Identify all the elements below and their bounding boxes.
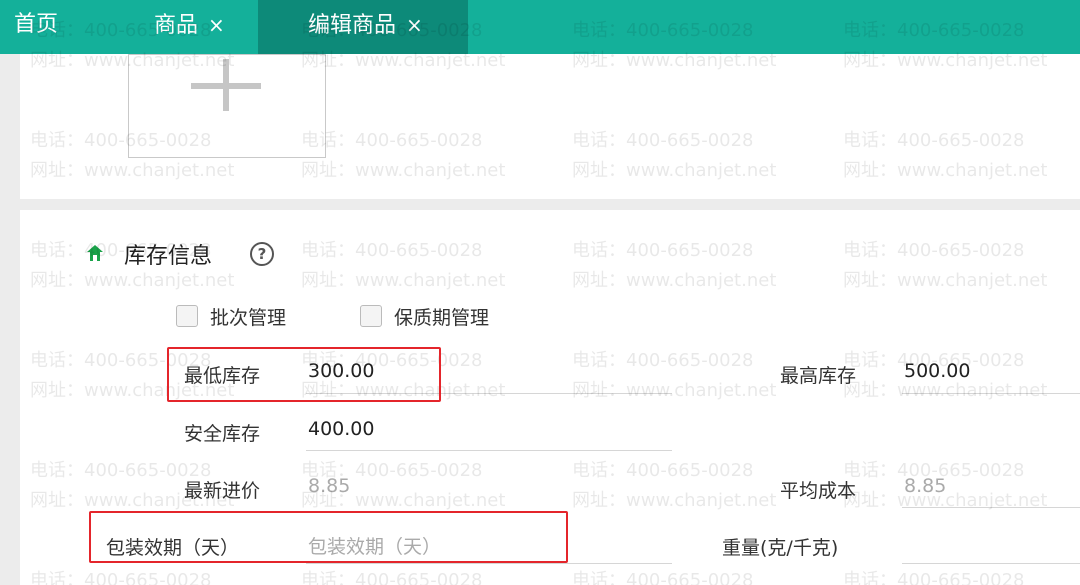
tab-edit-goods[interactable]: 编辑商品 × — [258, 0, 468, 54]
pack-shelf-life-underline — [306, 563, 672, 564]
max-stock-input[interactable]: 500.00 — [904, 360, 970, 382]
latest-price-value: 8.85 — [308, 475, 351, 497]
close-icon[interactable]: × — [406, 13, 423, 37]
average-cost-label: 平均成本 — [780, 480, 857, 502]
latest-price-label: 最新进价 — [184, 480, 261, 502]
close-icon[interactable]: × — [208, 13, 225, 37]
tab-goods[interactable]: 商品 × — [154, 0, 225, 54]
min-stock-highlight — [167, 347, 441, 402]
safety-stock-label: 安全库存 — [184, 423, 261, 445]
max-stock-label: 最高库存 — [780, 365, 857, 387]
pack-shelf-life-highlight — [89, 511, 568, 563]
max-stock-underline — [902, 393, 1080, 394]
average-cost-underline — [902, 507, 1080, 508]
batch-management-checkbox[interactable] — [176, 305, 198, 327]
tab-bar: 首页 商品 × 编辑商品 × — [0, 0, 1080, 54]
average-cost-value: 8.85 — [904, 475, 947, 497]
safety-stock-underline — [306, 450, 672, 451]
tab-goods-label: 商品 — [154, 13, 199, 38]
shelf-life-management-label: 保质期管理 — [394, 307, 490, 329]
image-upload-button[interactable] — [128, 54, 326, 158]
section-title: 库存信息 — [124, 244, 213, 269]
tab-home-label: 首页 — [14, 12, 59, 37]
weight-label: 重量(克/千克) — [722, 537, 839, 559]
weight-underline — [902, 563, 1080, 564]
batch-management-label: 批次管理 — [210, 307, 287, 329]
tab-home[interactable]: 首页 — [14, 0, 58, 54]
safety-stock-input[interactable]: 400.00 — [308, 418, 374, 440]
tab-edit-goods-label: 编辑商品 — [308, 13, 397, 38]
help-icon[interactable]: ? — [250, 242, 274, 266]
plus-icon — [223, 59, 229, 111]
shelf-life-management-checkbox[interactable] — [360, 305, 382, 327]
home-icon — [87, 245, 103, 261]
